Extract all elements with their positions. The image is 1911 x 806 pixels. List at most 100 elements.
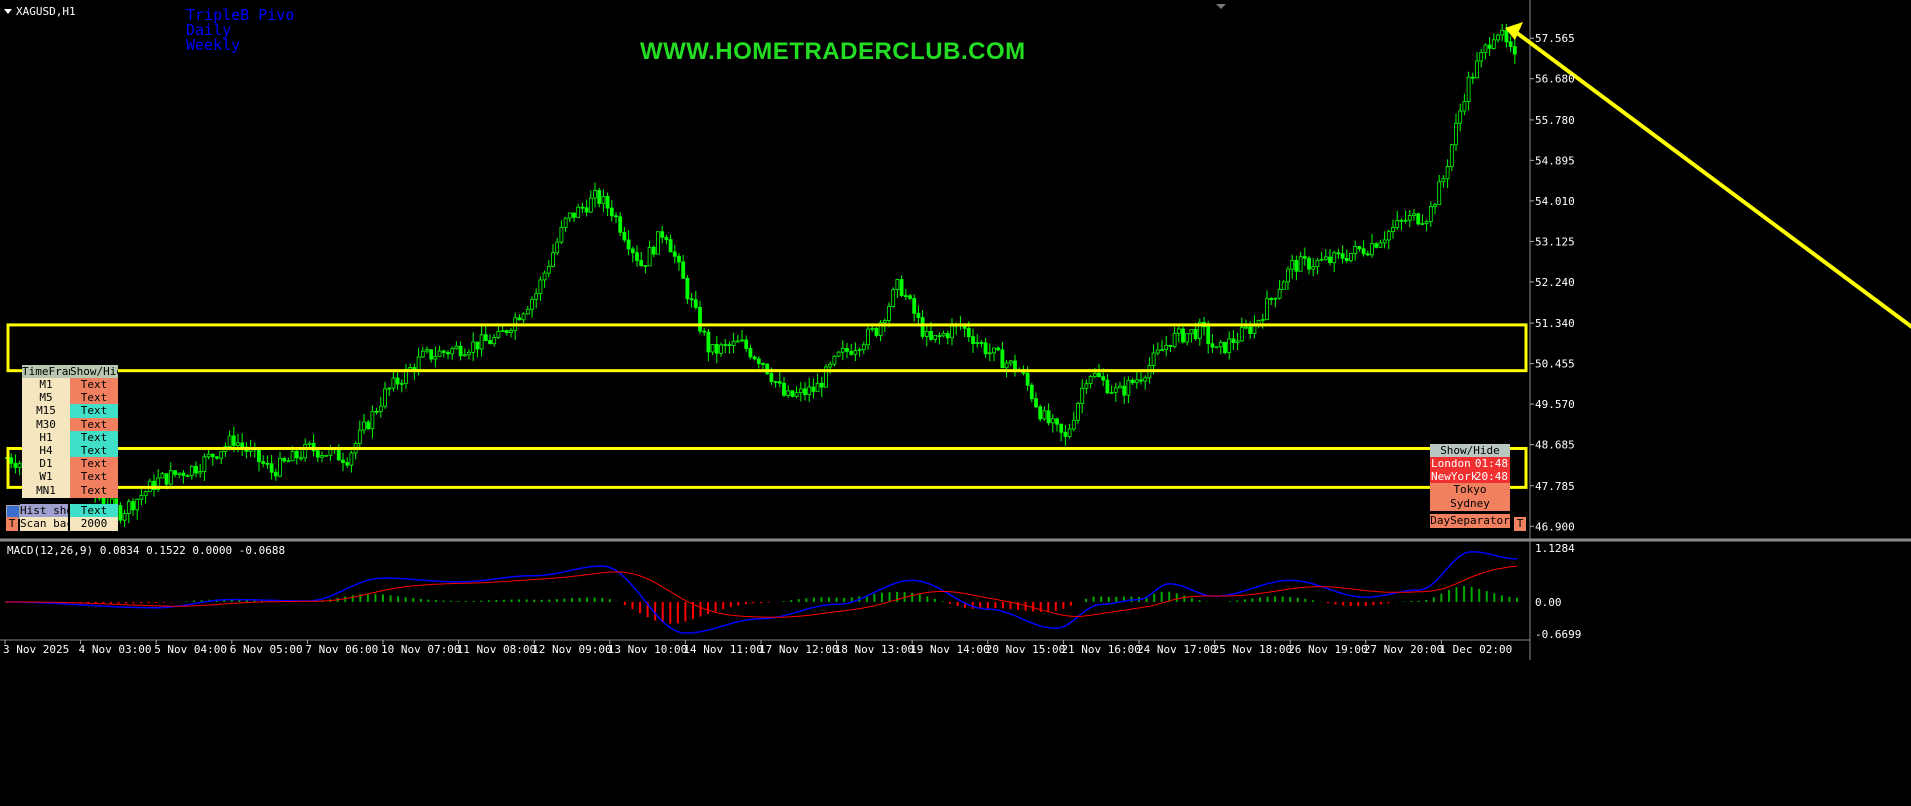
time-label: 19 Nov 14:00	[910, 643, 989, 656]
chart-area[interactable]: 57.565 56.680 55.780 54.895 54.010 53.125 52.2…	[0, 0, 1911, 806]
candle-body	[1462, 101, 1467, 112]
candle-body	[538, 279, 543, 294]
candle-body	[164, 473, 169, 485]
candle-body	[1365, 253, 1370, 256]
candle-body	[1483, 44, 1488, 53]
candle-body	[1076, 403, 1080, 421]
session-name: London	[1431, 457, 1471, 470]
time-label: 6 Nov 05:00	[230, 643, 303, 656]
candle-body	[572, 212, 576, 218]
tf-row-toggle[interactable]: Text	[70, 470, 118, 485]
candle-body	[1290, 260, 1295, 270]
candle-body	[1311, 266, 1316, 270]
candle-body	[467, 351, 471, 356]
candle-body	[210, 453, 215, 458]
tf-row-toggle[interactable]: Text	[70, 430, 118, 445]
day-separator-button[interactable]: DaySeparator	[1430, 514, 1510, 528]
candle-body	[471, 341, 476, 353]
candle-body	[677, 255, 681, 263]
candle-body	[714, 344, 719, 354]
candle-body	[614, 215, 618, 218]
candle-body	[1433, 204, 1437, 207]
candle-body	[1050, 418, 1055, 424]
candle-body	[601, 195, 606, 204]
tf-header-showhide[interactable]: Show/Hide	[70, 365, 118, 379]
signal-line	[5, 565, 1518, 618]
candle-body	[454, 345, 459, 350]
time-label: 12 Nov 09:00	[532, 643, 611, 656]
candle-body	[1223, 341, 1227, 354]
candle-body	[966, 328, 971, 338]
candle-body	[1382, 239, 1387, 244]
candle-body	[261, 461, 266, 464]
tf-row-toggle[interactable]: Text	[70, 378, 118, 392]
symbol-header[interactable]: XAGUSD,H1	[4, 5, 76, 18]
session-row[interactable]: Tokyo	[1430, 483, 1510, 498]
chart-window[interactable]: 57.565 56.680 55.780 54.895 54.010 53.125 52.2…	[0, 0, 1911, 806]
candle-body	[1260, 319, 1265, 321]
collapse-triangle-icon[interactable]	[4, 9, 12, 14]
time-axis: 3 Nov 2025 4 Nov 03:00 5 Nov 04:00 6 Nov 05…	[3, 640, 1512, 656]
candle-body	[605, 195, 610, 209]
candle-body	[975, 342, 980, 344]
session-t-button[interactable]: T	[1514, 517, 1526, 531]
tf-row-label: M30	[22, 417, 70, 432]
session-show-hide[interactable]: Show/Hide	[1430, 444, 1510, 458]
tf-row-toggle[interactable]: Text	[70, 444, 118, 458]
tf-row-toggle[interactable]: Text	[70, 457, 118, 472]
session-row[interactable]: NewYork 20:48	[1430, 470, 1510, 485]
tf-t-button[interactable]: T	[6, 517, 18, 531]
price-axis: 57.565 56.680 55.780 54.895 54.010 53.125 52.2…	[1530, 32, 1575, 533]
candle-body	[1445, 166, 1450, 180]
tf-row-toggle[interactable]: Text	[70, 391, 118, 406]
candle-body	[1071, 419, 1076, 430]
candle-body	[1508, 41, 1513, 47]
tf-row-toggle[interactable]: Text	[70, 483, 118, 498]
candle-body	[118, 505, 123, 521]
tf-row-label: M5	[22, 391, 70, 406]
candle-body	[950, 325, 954, 339]
candle-body	[1235, 340, 1240, 343]
candle-body	[416, 356, 421, 372]
time-label: 14 Nov 11:00	[683, 643, 762, 656]
candle-body	[177, 472, 182, 475]
candle-body	[1101, 376, 1106, 381]
candle-body	[395, 377, 400, 385]
candle-body	[1067, 428, 1072, 437]
hist-show-value[interactable]: Text	[70, 504, 118, 518]
candle-body	[496, 331, 501, 338]
candle-body	[1328, 256, 1332, 264]
candle-body	[290, 450, 295, 462]
scan-back-value[interactable]: 2000	[70, 517, 118, 531]
time-label: 17 Nov 12:00	[759, 643, 838, 656]
candle-body	[979, 342, 984, 344]
candle-body	[1206, 326, 1211, 345]
candle-body	[727, 344, 732, 346]
tf-row-toggle[interactable]: Text	[70, 417, 118, 432]
candle-body	[891, 289, 896, 307]
candle-body	[286, 460, 291, 463]
session-row[interactable]: Sydney	[1430, 496, 1510, 511]
candle-body	[1395, 220, 1400, 228]
candle-body	[794, 392, 799, 397]
candle-body	[723, 344, 728, 346]
candle-body	[1340, 253, 1345, 259]
candle-body	[866, 328, 870, 346]
time-label: 18 Nov 13:00	[835, 643, 914, 656]
zone-rect-support[interactable]	[6, 446, 1528, 489]
candle-body	[1244, 326, 1248, 329]
tf-row-label: MN1	[22, 483, 70, 498]
candle-body	[1479, 51, 1484, 62]
candle-body	[924, 330, 929, 337]
session-row[interactable]: London 01:48	[1430, 457, 1510, 471]
time-label: 4 Nov 03:00	[79, 643, 152, 656]
candle-body	[609, 207, 614, 217]
candle-body	[971, 336, 975, 344]
candle-body	[735, 340, 740, 343]
candle-body	[500, 330, 505, 333]
candle-body	[1491, 39, 1496, 49]
price-label: 52.240	[1535, 276, 1575, 289]
tf-row-toggle[interactable]: Text	[70, 404, 118, 419]
candle-body	[773, 381, 778, 383]
candle-body	[509, 330, 513, 333]
